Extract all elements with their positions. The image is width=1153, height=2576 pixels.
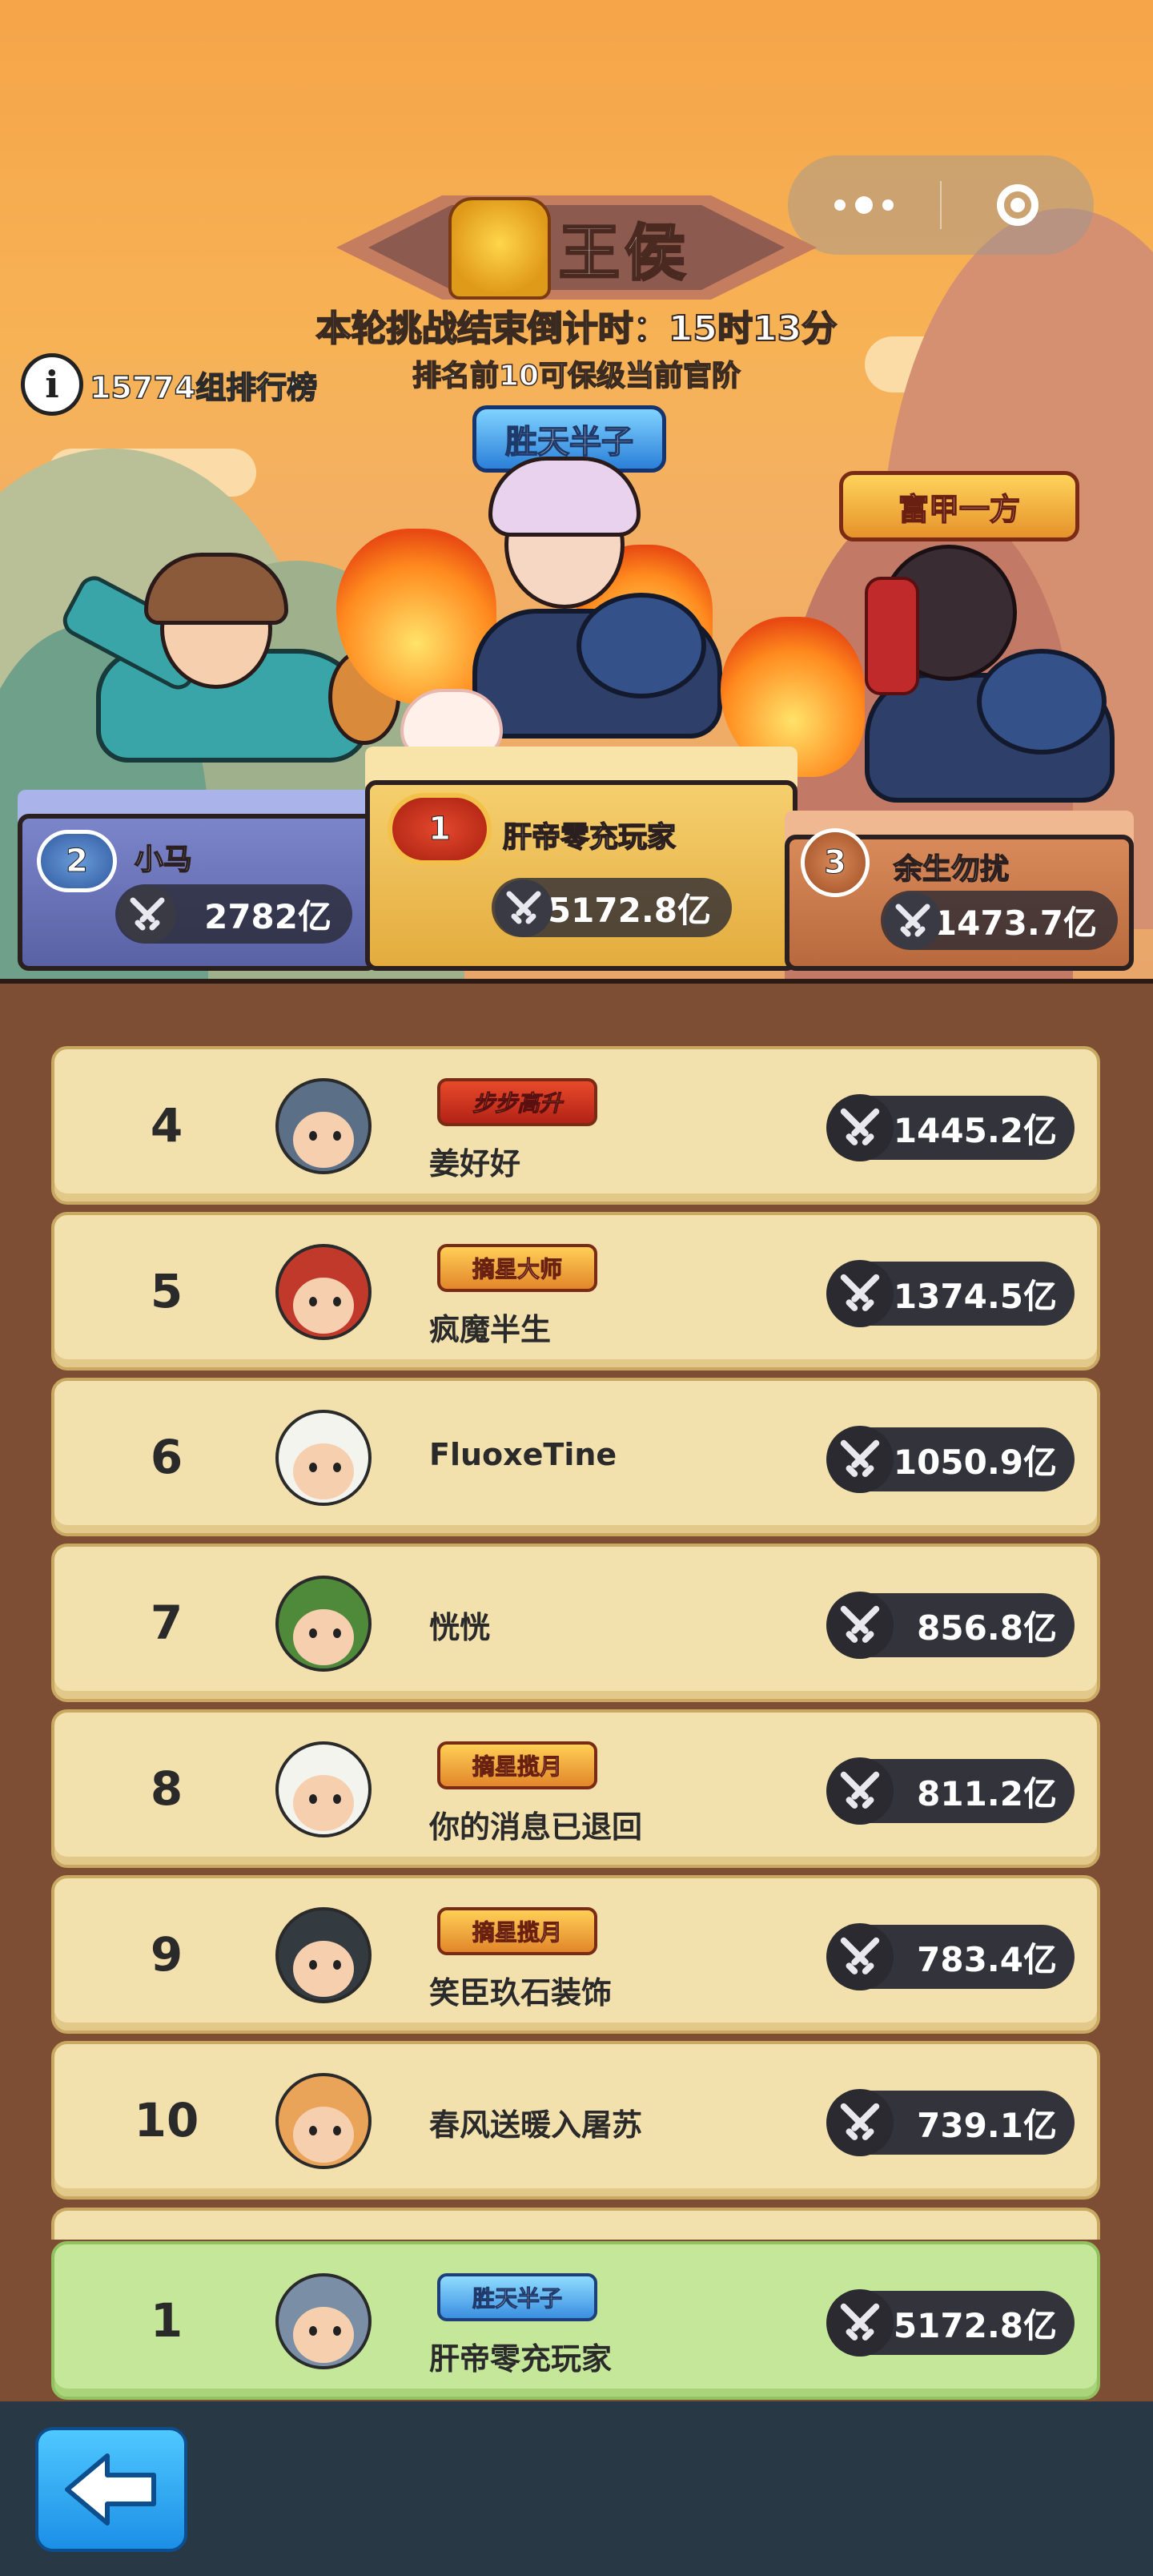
avatar[interactable] [275,2073,372,2169]
player-name: 春风送暖入屠苏 [429,2107,643,2143]
power-value: 5172.8亿 [893,2305,1057,2345]
power-value: 1445.2亿 [893,1110,1057,1150]
avatar[interactable] [275,2273,372,2369]
rank-number: 7 [150,1596,183,1650]
crossed-swords-icon [826,1260,894,1327]
info-icon[interactable]: i [21,353,83,416]
crossed-swords-icon [826,1426,894,1493]
countdown-text: 本轮挑战结束倒计时：15时13分 [315,308,838,350]
crossed-swords-icon [826,1923,894,1990]
player-name: 你的消息已退回 [429,1809,643,1845]
title-badge: 胜天半子 [437,2273,597,2321]
player-name: 姜好好 [429,1146,521,1181]
rank-medal-third: 3 [801,828,870,897]
table-row[interactable]: 9 摘星揽月笑臣玖石装饰 783.4亿 [51,1875,1100,2034]
crossed-swords-icon [826,2089,894,2156]
avatar[interactable] [275,1576,372,1672]
power-pill: 783.4亿 [826,1923,1075,1990]
character-third-place[interactable] [833,529,1121,817]
avatar[interactable] [275,1410,372,1506]
rank-number: 1 [150,2293,183,2348]
player-name: 恍恍 [429,1610,491,1645]
group-rank-button[interactable]: i 15774组排行榜 [21,352,318,417]
rank-number: 5 [150,1264,183,1318]
bottom-bar [0,2401,1153,2576]
character-second-place[interactable] [48,553,400,793]
rank-number: 10 [134,2093,199,2147]
title-badge: 步步高升 [437,1078,597,1126]
avatar[interactable] [275,1244,372,1340]
title-badge: 摘星揽月 [437,1741,597,1789]
page-title: 王侯 [558,216,690,290]
rank-medal-first: 1 [388,793,492,865]
power-value: 739.1亿 [917,2105,1057,2145]
crown-icon [448,197,551,300]
rank-medal-second: 2 [37,830,117,892]
crossed-swords-icon [884,892,942,950]
podium-name-third: 余生勿扰 [893,852,1010,887]
avatar[interactable] [275,1907,372,2003]
back-button[interactable] [35,2427,187,2552]
rank-number: 6 [150,1430,183,1484]
table-row[interactable]: 6 FluoxeTine 1050.9亿 [51,1378,1100,1536]
rank-number: 8 [150,1761,183,1816]
crossed-swords-icon [495,879,552,937]
table-row[interactable]: 10 春风送暖入屠苏 739.1亿 [51,2041,1100,2200]
power-value: 811.2亿 [917,1773,1057,1813]
podium-name-second: 小马 [134,843,193,877]
power-value: 1374.5亿 [893,1276,1057,1316]
crossed-swords-icon [119,886,176,944]
title-badge: 摘星大师 [437,1244,597,1292]
rank-number: 4 [150,1098,183,1153]
power-value: 1050.9亿 [893,1442,1057,1482]
crossed-swords-icon [826,1757,894,1825]
table-row[interactable]: 7 恍恍 856.8亿 [51,1544,1100,1702]
group-rank-label: 15774组排行榜 [89,369,318,406]
podium-power-value: 5172.8亿 [547,890,711,930]
table-row[interactable]: 4 步步高升姜好好 1445.2亿 [51,1046,1100,1205]
podium-power-value: 1473.7亿 [933,903,1097,943]
podium-name-first: 肝帝零充玩家 [502,820,677,855]
player-name: 肝帝零充玩家 [429,2341,613,2377]
back-arrow-icon [65,2453,156,2526]
crossed-swords-icon [826,1094,894,1161]
my-rank-row[interactable]: 1 胜天半子 肝帝零充玩家 5172.8亿 [51,2241,1100,2400]
power-pill: 739.1亿 [826,2089,1075,2156]
table-row[interactable]: 8 摘星揽月你的消息已退回 811.2亿 [51,1709,1100,1868]
power-pill: 1445.2亿 [826,1094,1075,1161]
player-name: FluoxeTine [429,1437,617,1472]
power-value: 856.8亿 [917,1608,1057,1648]
podium-power-value: 2782亿 [204,896,331,936]
power-pill: 811.2亿 [826,1757,1075,1825]
target-circle-icon[interactable] [942,155,1094,255]
avatar[interactable] [275,1741,372,1837]
player-name: 笑臣玖石装饰 [429,1975,613,2010]
power-pill: 856.8亿 [826,1592,1075,1659]
crossed-swords-icon [826,2289,894,2357]
player-name: 疯魔半生 [429,1312,552,1347]
power-pill: 1050.9亿 [826,1426,1075,1493]
avatar[interactable] [275,1078,372,1174]
mochi-pet[interactable] [400,681,503,759]
crossed-swords-icon [826,1592,894,1659]
power-pill: 1374.5亿 [826,1260,1075,1327]
power-pill: 5172.8亿 [826,2289,1075,2357]
next-row-peek [51,2208,1100,2240]
table-row[interactable]: 5 摘星大师疯魔半生 1374.5亿 [51,1212,1100,1371]
miniprogram-capsule [788,155,1094,255]
rank-tier-banner: 王侯 [336,195,817,300]
title-badge: 摘星揽月 [437,1907,597,1955]
rank-number: 9 [150,1927,183,1982]
power-value: 783.4亿 [917,1939,1057,1979]
